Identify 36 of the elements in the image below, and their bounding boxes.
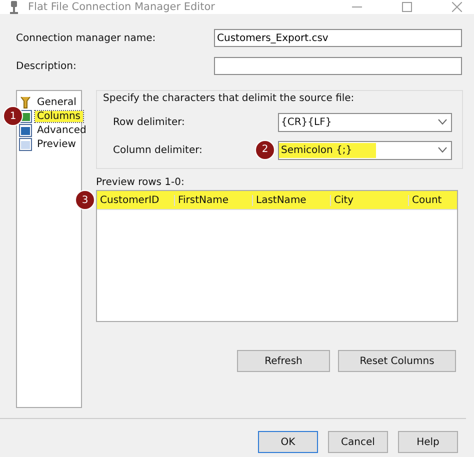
number-badge: 2 (255, 140, 275, 160)
field-label: Row delimiter: (113, 116, 185, 128)
column-header[interactable]: LastName (253, 194, 331, 206)
number-badge: 1 (3, 106, 23, 126)
chevron-icon (438, 147, 447, 153)
page-list-item[interactable]: Advanced (35, 124, 88, 136)
column-header[interactable]: FirstName (175, 194, 253, 206)
dropdown[interactable]: {CR}{LF} (278, 112, 452, 132)
dialog-button[interactable]: OK (258, 431, 318, 453)
field-label: Description: (16, 60, 76, 72)
maximize-icon[interactable] (402, 2, 412, 12)
field-label: Column delimiter: (113, 144, 202, 156)
page-list-item[interactable]: General (35, 96, 78, 108)
column-header[interactable]: CustomerID (97, 194, 175, 206)
preview-label: Preview rows 1-0: (96, 177, 186, 188)
page-list-item[interactable]: Preview (35, 138, 78, 150)
column-header[interactable]: City (331, 194, 409, 206)
field-label: Connection manager name: (16, 32, 156, 44)
page-icon (19, 138, 32, 150)
page-list-item[interactable]: Columns (35, 110, 83, 122)
dialog-button[interactable]: Cancel (328, 431, 388, 453)
dropdown-value: Semicolon {;} (279, 142, 376, 158)
close-icon[interactable] (452, 2, 462, 12)
input-field[interactable] (214, 57, 462, 75)
group-caption: Specify the characters that delimit the source file: (103, 93, 356, 104)
chevron-icon (438, 119, 447, 125)
dropdown-value: {CR}{LF} (280, 116, 333, 130)
number-badge: 3 (75, 190, 95, 210)
window-title: Flat File Connection Manager Editor (28, 1, 215, 13)
action-button[interactable]: Reset Columns (338, 350, 456, 372)
page-icon (19, 124, 32, 136)
input-field[interactable]: Customers_Export.csv (214, 29, 462, 47)
action-button[interactable]: Refresh (237, 350, 330, 372)
dialog-button[interactable]: Help (398, 431, 458, 453)
plug-icon (8, 0, 20, 14)
column-header[interactable]: Count (409, 194, 444, 206)
